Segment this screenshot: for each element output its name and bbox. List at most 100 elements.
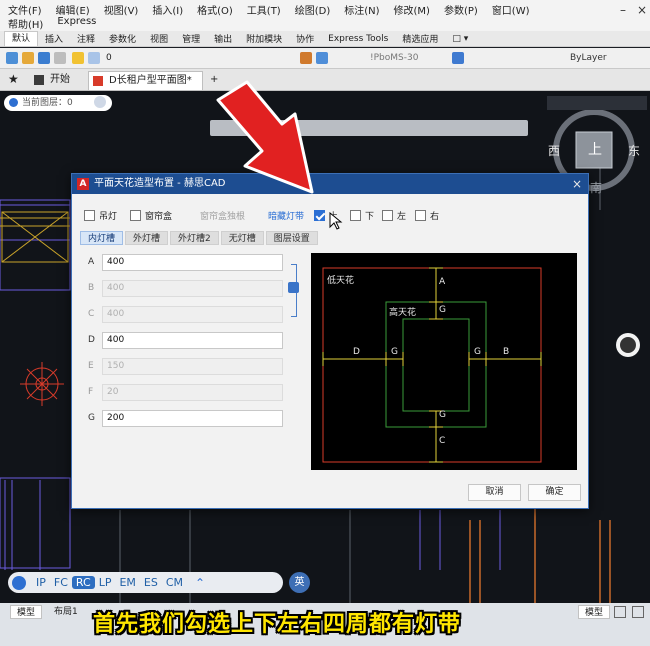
option-left[interactable]: 左 bbox=[382, 209, 406, 222]
ribbon-tab-addins[interactable]: 附加模块 bbox=[239, 32, 289, 45]
language-toggle-button[interactable]: 英 bbox=[289, 572, 310, 593]
compass-east[interactable]: 东 bbox=[628, 142, 640, 159]
dwg-file-icon bbox=[93, 76, 103, 86]
menu-row-1: 文件(F) 编辑(E) 视图(V) 插入(I) 格式(O) 工具(T) 绘图(D… bbox=[8, 2, 530, 17]
dialog-close-icon[interactable]: × bbox=[572, 174, 582, 194]
tab-drawing[interactable]: D长租户型平面图* bbox=[88, 71, 203, 90]
option-hidden-light-strip[interactable]: 暗藏灯带 bbox=[268, 209, 304, 222]
tab-outer-trough-2[interactable]: 外灯槽2 bbox=[170, 231, 219, 245]
menu-item-insert[interactable]: 插入(I) bbox=[152, 2, 183, 17]
cmd-fc[interactable]: FC bbox=[50, 576, 72, 589]
ribbon-tab-manage[interactable]: 管理 bbox=[175, 32, 207, 45]
chevron-up-icon[interactable]: ⌃ bbox=[195, 576, 205, 590]
ribbon-tab-output[interactable]: 输出 bbox=[207, 32, 239, 45]
add-tab-button[interactable]: + bbox=[206, 71, 218, 90]
option-curtain-box[interactable]: 窗帘盒 bbox=[130, 209, 172, 222]
window-close-icon[interactable]: × bbox=[637, 3, 647, 17]
layer-value[interactable]: 0 bbox=[106, 53, 112, 63]
option-right-label: 右 bbox=[430, 211, 440, 222]
menu-item-express[interactable]: Express bbox=[57, 16, 96, 31]
layer-tools-icon[interactable] bbox=[316, 52, 328, 64]
ribbon-tab-express-tools[interactable]: Express Tools bbox=[321, 34, 395, 44]
tab-start[interactable]: 开始 bbox=[30, 71, 70, 90]
star-icon[interactable]: ★ bbox=[8, 72, 19, 86]
cancel-button[interactable]: 取消 bbox=[468, 484, 521, 501]
param-a-label: A bbox=[88, 257, 95, 267]
menu-item-tools[interactable]: 工具(T) bbox=[247, 2, 281, 17]
menu-item-params[interactable]: 参数(P) bbox=[444, 2, 478, 17]
model-tab[interactable]: 模型 bbox=[10, 605, 43, 619]
option-curtain-box-single-label: 窗帘盒独根 bbox=[200, 211, 246, 222]
save-icon[interactable] bbox=[38, 52, 50, 64]
option-bottom[interactable]: 下 bbox=[350, 209, 374, 222]
option-chandelier-label: 吊灯 bbox=[99, 211, 118, 222]
link-lock-icon[interactable] bbox=[288, 282, 299, 293]
snap-toggle-icon[interactable] bbox=[632, 606, 644, 618]
light-trough-tabs: 内灯槽 外灯槽 外灯槽2 无灯槽 图层设置 bbox=[80, 231, 318, 245]
cmd-cm[interactable]: CM bbox=[162, 576, 187, 589]
preview-dim-g-left: G bbox=[391, 347, 398, 357]
layer-settings-icon[interactable] bbox=[94, 96, 106, 108]
menu-item-view[interactable]: 视图(V) bbox=[104, 2, 139, 17]
settings-gear-icon[interactable] bbox=[12, 575, 26, 590]
new-file-icon[interactable] bbox=[6, 52, 18, 64]
param-f-label: F bbox=[88, 387, 94, 397]
text-style[interactable]: !PboMS-30 bbox=[370, 53, 418, 63]
ribbon-tab-more[interactable]: □ ▾ bbox=[445, 34, 475, 44]
param-a-input[interactable]: 400 bbox=[102, 254, 283, 271]
menu-item-dimension[interactable]: 标注(N) bbox=[344, 2, 379, 17]
menu-item-edit[interactable]: 编辑(E) bbox=[56, 2, 90, 17]
checkbox-right[interactable] bbox=[415, 209, 426, 221]
model-space-button[interactable]: 模型 bbox=[578, 605, 611, 619]
window-minimize-icon[interactable]: – bbox=[620, 3, 626, 17]
ok-button[interactable]: 确定 bbox=[528, 484, 581, 501]
menu-item-format[interactable]: 格式(O) bbox=[197, 2, 233, 17]
checkbox-top[interactable] bbox=[314, 209, 325, 221]
checkbox-bottom[interactable] bbox=[350, 209, 361, 221]
linetype-value[interactable]: ByLayer bbox=[570, 53, 607, 63]
grid-toggle-icon[interactable] bbox=[614, 606, 626, 618]
menu-item-help[interactable]: 帮助(H) bbox=[8, 16, 43, 31]
dialog-title-bar[interactable]: A 平面天花造型布置 - 赫思CAD × bbox=[72, 174, 588, 194]
layer-lock-icon[interactable] bbox=[88, 52, 100, 64]
checkbox-chandelier[interactable] bbox=[84, 209, 95, 221]
layer-bulb-icon[interactable] bbox=[72, 52, 84, 64]
menu-item-window[interactable]: 窗口(W) bbox=[492, 2, 530, 17]
preview-dim-b: B bbox=[503, 347, 510, 357]
cmd-ip[interactable]: IP bbox=[32, 576, 50, 589]
ribbon-tab-insert[interactable]: 插入 bbox=[38, 32, 70, 45]
compass-west[interactable]: 西 bbox=[548, 142, 560, 159]
tab-inner-trough[interactable]: 内灯槽 bbox=[80, 231, 124, 245]
ribbon-tab-parametric[interactable]: 参数化 bbox=[102, 32, 143, 45]
option-right[interactable]: 右 bbox=[415, 209, 440, 222]
menu-item-modify[interactable]: 修改(M) bbox=[394, 2, 430, 17]
layout1-tab[interactable]: 布局1 bbox=[48, 605, 84, 619]
ribbon-tab-annotate[interactable]: 注释 bbox=[70, 32, 102, 45]
checkbox-left[interactable] bbox=[382, 209, 393, 221]
ribbon-tab-view[interactable]: 视图 bbox=[143, 32, 175, 45]
tab-outer-trough[interactable]: 外灯槽 bbox=[125, 231, 169, 245]
option-chandelier[interactable]: 吊灯 bbox=[84, 209, 118, 222]
tab-no-trough[interactable]: 无灯槽 bbox=[220, 231, 264, 245]
menu-item-draw[interactable]: 绘图(D) bbox=[295, 2, 331, 17]
dim-style-icon[interactable] bbox=[452, 52, 464, 64]
checkbox-curtain-box[interactable] bbox=[130, 209, 141, 221]
cmd-lp[interactable]: LP bbox=[95, 576, 116, 589]
ribbon-tab-collaborate[interactable]: 协作 bbox=[289, 32, 321, 45]
ribbon-tab-default[interactable]: 默认 bbox=[4, 31, 39, 46]
print-icon[interactable] bbox=[54, 52, 66, 64]
open-file-icon[interactable] bbox=[22, 52, 34, 64]
tab-layer-settings[interactable]: 图层设置 bbox=[265, 231, 318, 245]
ribbon-tab-featured-apps[interactable]: 精选应用 bbox=[395, 32, 445, 45]
match-properties-icon[interactable] bbox=[300, 52, 312, 64]
compass-top[interactable]: 上 bbox=[588, 139, 602, 159]
app-logo-icon: A bbox=[77, 178, 89, 190]
param-d-input[interactable]: 400 bbox=[102, 332, 283, 349]
param-g-input[interactable]: 200 bbox=[102, 410, 283, 427]
cmd-em[interactable]: EM bbox=[115, 576, 139, 589]
cmd-es[interactable]: ES bbox=[140, 576, 162, 589]
ceiling-preview: 低天花 高天花 A G D G G B G C bbox=[311, 253, 577, 470]
cmd-rc[interactable]: RC bbox=[71, 576, 95, 589]
menu-item-file[interactable]: 文件(F) bbox=[8, 2, 42, 17]
compass-south[interactable]: 南 bbox=[590, 179, 602, 196]
